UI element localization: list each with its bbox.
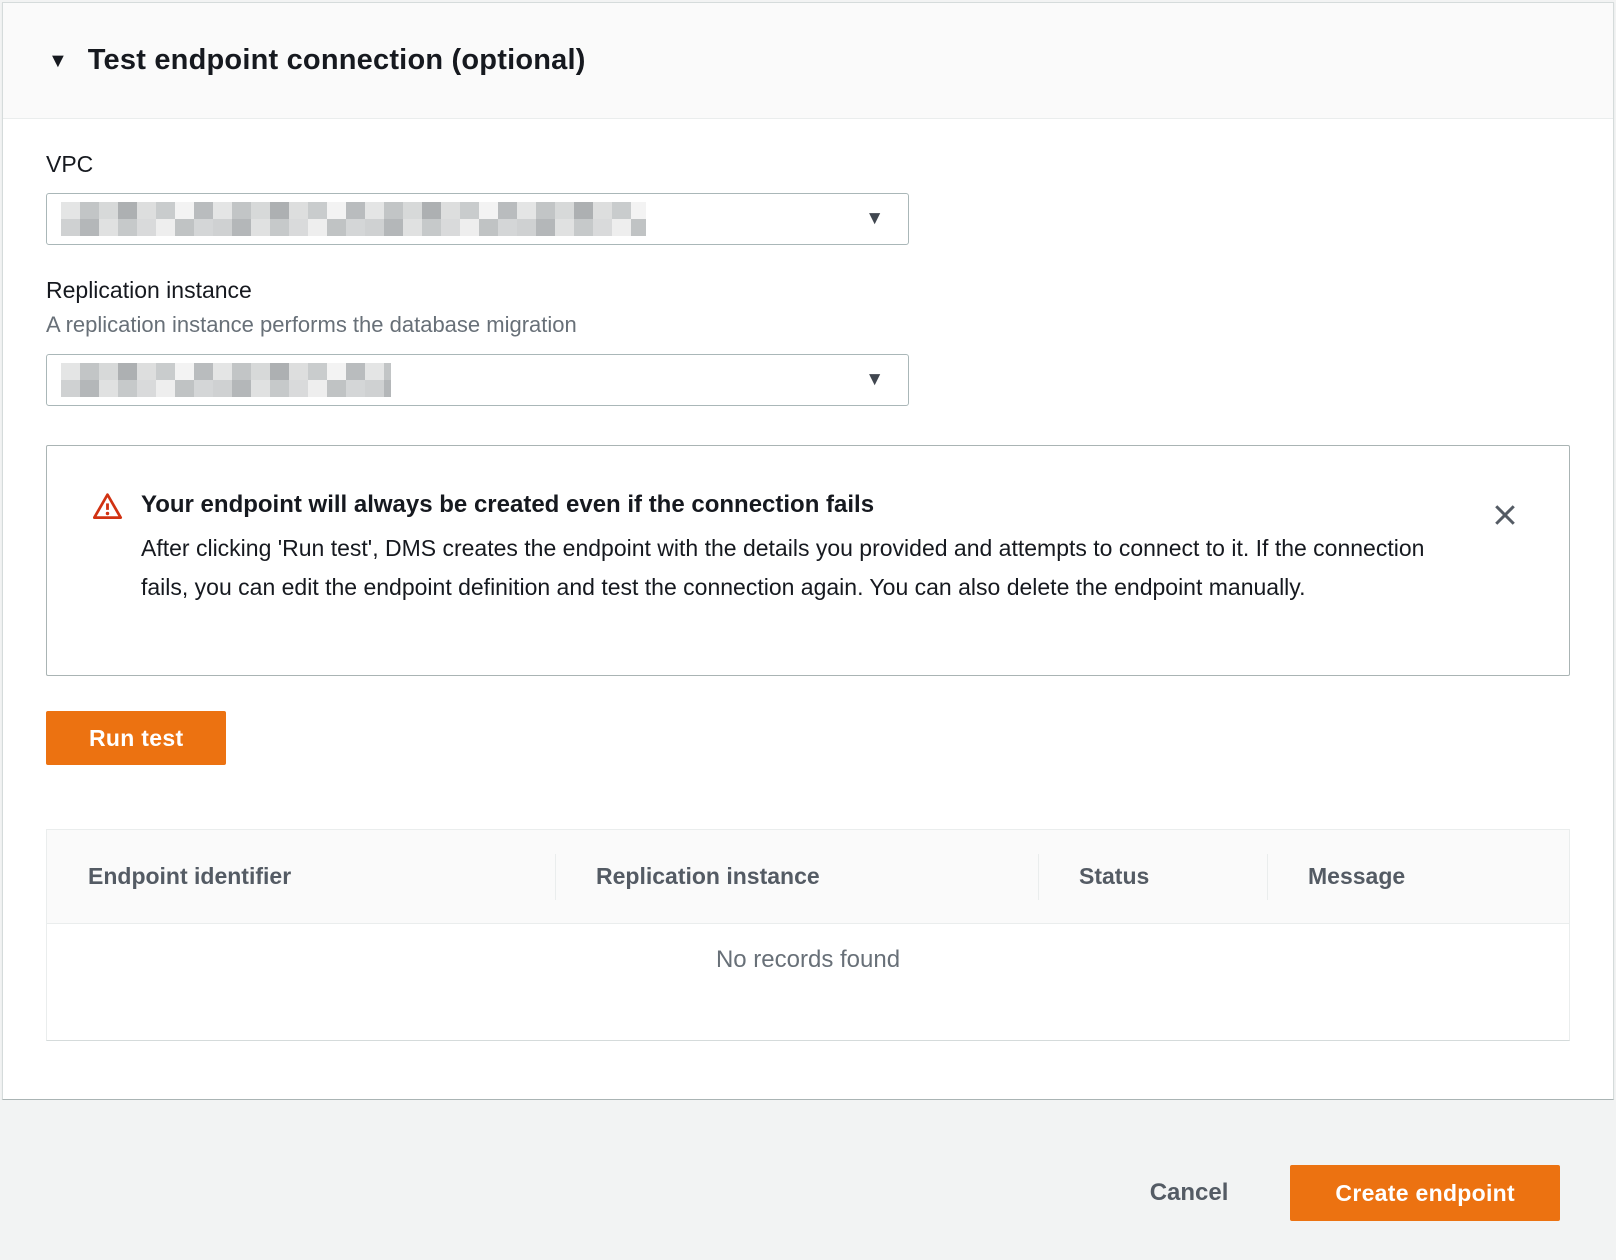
empty-state-message: No records found [47,924,1569,1040]
dropdown-arrow-icon: ▼ [865,208,884,230]
run-test-button[interactable]: Run test [46,711,226,765]
test-endpoint-section: ▼ Test endpoint connection (optional) VP… [2,2,1614,1100]
section-header-toggle[interactable]: ▼ Test endpoint connection (optional) [3,3,1613,119]
collapse-triangle-icon: ▼ [48,51,68,71]
create-endpoint-button[interactable]: Create endpoint [1290,1165,1560,1221]
column-header-status: Status [1038,830,1267,923]
column-header-replication-instance: Replication instance [555,830,1038,923]
warning-flashbar: Your endpoint will always be created eve… [46,445,1570,676]
section-body: VPC ▼ Replication instance A replication… [3,150,1613,1041]
cancel-button[interactable]: Cancel [1150,1179,1229,1207]
warning-content: Your endpoint will always be created eve… [141,490,1486,607]
replication-instance-select[interactable]: ▼ [46,354,909,406]
warning-title: Your endpoint will always be created eve… [141,490,1446,520]
column-header-message: Message [1267,830,1569,923]
test-results-table: Endpoint identifier Replication instance… [46,829,1570,1041]
table-header-row: Endpoint identifier Replication instance… [47,830,1569,924]
column-header-endpoint-identifier: Endpoint identifier [47,830,555,923]
replication-instance-description: A replication instance performs the data… [46,311,1570,339]
vpc-redacted-value [61,202,646,236]
section-title: Test endpoint connection (optional) [88,44,586,77]
replication-instance-label: Replication instance [46,276,1570,304]
close-icon[interactable] [1486,496,1524,537]
warning-body: After clicking 'Run test', DMS creates t… [141,529,1441,607]
replication-instance-redacted-value [61,363,391,397]
dropdown-arrow-icon: ▼ [865,369,884,391]
form-footer: Cancel Create endpoint [0,1100,1616,1258]
vpc-label: VPC [46,150,1570,178]
vpc-select[interactable]: ▼ [46,193,909,245]
warning-triangle-icon [92,491,123,527]
